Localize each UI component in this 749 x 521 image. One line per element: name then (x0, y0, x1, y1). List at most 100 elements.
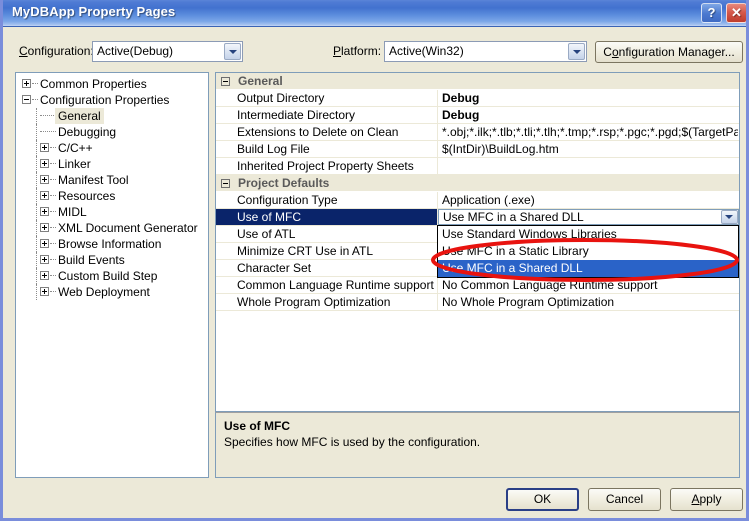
tree-item[interactable]: Manifest Tool (16, 172, 208, 188)
tree-connector (32, 83, 38, 85)
column-divider (437, 277, 438, 293)
grid-property-name: Configuration Type (237, 193, 338, 207)
grid-property-row[interactable]: Common Language Runtime support No Common… (216, 277, 739, 294)
grid-property-value: Debug (442, 108, 738, 122)
grid-property-name: Extensions to Delete on Clean (237, 125, 398, 139)
expand-icon[interactable] (40, 271, 49, 280)
grid-property-row[interactable]: Output DirectoryDebug (216, 90, 739, 107)
tree-connector (50, 163, 56, 165)
grid-property-row[interactable]: Whole Program OptimizationNo Whole Progr… (216, 294, 739, 311)
tree-item[interactable]: Linker (16, 156, 208, 172)
tree-connector (36, 204, 38, 220)
close-icon[interactable]: ✕ (726, 3, 747, 23)
grid-property-row[interactable]: Extensions to Delete on Clean*.obj;*.ilk… (216, 124, 739, 141)
column-divider (437, 192, 438, 208)
tree-item[interactable]: Browse Information (16, 236, 208, 252)
collapse-icon[interactable] (221, 179, 230, 188)
tree-connector (36, 108, 38, 124)
collapse-icon[interactable] (22, 95, 31, 104)
expand-icon[interactable] (40, 159, 49, 168)
expand-icon[interactable] (22, 79, 31, 88)
dropdown-option[interactable]: Use Standard Windows Libraries (438, 226, 738, 243)
grid-property-name: Output Directory (237, 91, 324, 105)
grid-property-row[interactable]: Use of MFC Use MFC in a Shared DLL (216, 209, 739, 226)
grid-property-name: Common Language Runtime support (237, 278, 434, 292)
tree-connector (36, 140, 38, 156)
grid-category-row[interactable]: Project Defaults (216, 175, 739, 192)
grid-property-value: No Common Language Runtime support (442, 278, 738, 292)
expand-icon[interactable] (40, 191, 49, 200)
tree-item-label: Resources (58, 188, 115, 204)
tree-connector (50, 147, 56, 149)
grid-property-row[interactable]: Configuration TypeApplication (.exe) (216, 192, 739, 209)
tree-item[interactable]: Resources (16, 188, 208, 204)
grid-category-row[interactable]: General (216, 73, 739, 90)
cancel-button[interactable]: Cancel (588, 488, 661, 511)
grid-property-name: Intermediate Directory (237, 108, 355, 122)
tree-connector (36, 156, 38, 172)
expand-icon[interactable] (40, 239, 49, 248)
configuration-combo[interactable]: Active(Debug) (92, 41, 243, 62)
grid-property-name: Use of MFC (237, 210, 301, 224)
tree-item[interactable]: Debugging (16, 124, 208, 140)
tree-item[interactable]: General (16, 108, 208, 124)
configuration-combo-value: Active(Debug) (97, 44, 173, 58)
grid-property-name: Inherited Project Property Sheets (237, 159, 414, 173)
tree-connector (50, 291, 56, 293)
grid-property-row[interactable]: Build Log File$(IntDir)\BuildLog.htm (216, 141, 739, 158)
tree-item[interactable]: Configuration Properties (16, 92, 208, 108)
tree-item-label: Custom Build Step (58, 268, 157, 284)
tree-item[interactable]: Common Properties (16, 76, 208, 92)
configuration-manager-button[interactable]: Configuration Manager... (595, 41, 743, 63)
expand-icon[interactable] (40, 255, 49, 264)
tree-item-label: Browse Information (58, 236, 161, 252)
description-text: Specifies how MFC is used by the configu… (224, 435, 480, 449)
grid-category-label: General (238, 74, 283, 88)
chevron-down-icon[interactable] (224, 43, 241, 60)
use-of-mfc-combo-editor[interactable]: Use MFC in a Shared DLL (438, 209, 739, 225)
expand-icon[interactable] (40, 175, 49, 184)
window-title: MyDBApp Property Pages (12, 4, 175, 19)
tree-item[interactable]: C/C++ (16, 140, 208, 156)
tree-item[interactable]: MIDL (16, 204, 208, 220)
platform-label: Platform: (333, 44, 381, 58)
tree-item-label: Manifest Tool (58, 172, 128, 188)
tree-connector (32, 99, 38, 101)
tree-item-label: XML Document Generator (58, 220, 198, 236)
expand-icon[interactable] (40, 143, 49, 152)
tree-item-label: Configuration Properties (40, 92, 169, 108)
property-pages-dialog: MyDBApp Property Pages ? ✕ Configuration… (0, 0, 749, 521)
grid-property-row[interactable]: Inherited Project Property Sheets (216, 158, 739, 175)
expand-icon[interactable] (40, 287, 49, 296)
tree-item-label: Common Properties (40, 76, 147, 92)
tree-item[interactable]: Custom Build Step (16, 268, 208, 284)
apply-button[interactable]: Apply (670, 488, 743, 511)
property-tree[interactable]: Common PropertiesConfiguration Propertie… (15, 72, 209, 478)
tree-connector (36, 236, 38, 252)
chevron-down-icon[interactable] (721, 210, 738, 224)
tree-connector (50, 227, 56, 229)
tree-item[interactable]: Web Deployment (16, 284, 208, 300)
help-icon[interactable]: ? (701, 3, 722, 23)
property-grid[interactable]: Use Standard Windows LibrariesUse MFC in… (215, 72, 740, 412)
grid-property-name: Build Log File (237, 142, 310, 156)
use-of-mfc-dropdown-list[interactable]: Use Standard Windows LibrariesUse MFC in… (437, 225, 739, 278)
grid-category-label: Project Defaults (238, 176, 329, 190)
column-divider (437, 124, 438, 140)
expand-icon[interactable] (40, 207, 49, 216)
dropdown-option[interactable]: Use MFC in a Static Library (438, 243, 738, 260)
expand-icon[interactable] (40, 223, 49, 232)
grid-property-value: No Whole Program Optimization (442, 295, 738, 309)
tree-connector (50, 243, 56, 245)
tree-item-label: General (55, 108, 104, 124)
tree-item[interactable]: XML Document Generator (16, 220, 208, 236)
chevron-down-icon[interactable] (568, 43, 585, 60)
tree-item[interactable]: Build Events (16, 252, 208, 268)
platform-combo-value: Active(Win32) (389, 44, 464, 58)
grid-property-row[interactable]: Intermediate Directory Debug (216, 107, 739, 124)
tree-connector (50, 179, 56, 181)
platform-combo[interactable]: Active(Win32) (384, 41, 587, 62)
collapse-icon[interactable] (221, 77, 230, 86)
ok-button[interactable]: OK (506, 488, 579, 511)
dropdown-option[interactable]: Use MFC in a Shared DLL (438, 260, 738, 277)
